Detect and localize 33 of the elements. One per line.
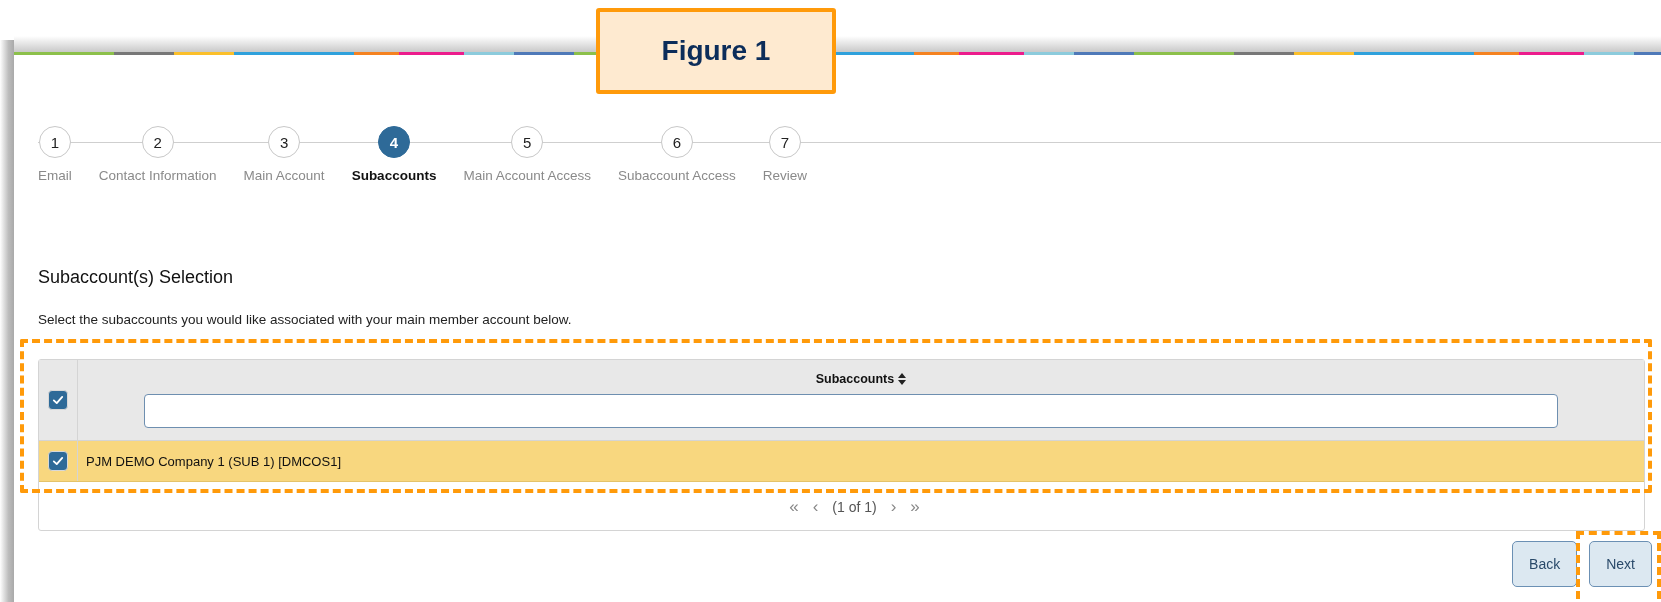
step-number[interactable]: 6 — [660, 126, 693, 158]
step-number[interactable]: 3 — [268, 126, 301, 158]
checkbox[interactable] — [48, 390, 68, 410]
step-number[interactable]: 7 — [768, 126, 801, 158]
nav-button[interactable]: Next — [1589, 541, 1652, 587]
table-cell-text: PJM DEMO Company 1 (SUB 1) [DMCOS1] — [85, 452, 342, 471]
section-title: Subaccount(s) Selection — [38, 267, 235, 288]
step-number[interactable]: 2 — [141, 126, 174, 158]
checkbox[interactable] — [48, 451, 68, 471]
first-page-button[interactable]: « — [789, 497, 799, 517]
filter-field[interactable] — [144, 394, 1558, 428]
check-icon — [51, 454, 65, 468]
nav-button[interactable]: Back — [1512, 541, 1578, 587]
step-number[interactable]: 5 — [511, 126, 544, 158]
step-label[interactable]: Main Account — [243, 168, 325, 183]
page-status: (1 of 1) — [832, 499, 877, 515]
section-description: Select the subaccounts you would like associated with your main member account below. — [38, 312, 573, 327]
step-label[interactable]: Review — [762, 168, 808, 183]
check-icon — [51, 393, 65, 407]
step-number[interactable]: 4 — [378, 126, 410, 158]
figure-callout: Figure 1 — [596, 8, 836, 94]
step-label[interactable]: Subaccount Access — [617, 168, 736, 183]
sort-icon[interactable] — [898, 373, 907, 385]
table-row[interactable]: PJM DEMO Company 1 (SUB 1) [DMCOS1] — [39, 441, 1644, 482]
step-label[interactable]: Subaccounts — [351, 168, 437, 183]
last-page-button[interactable]: » — [910, 497, 920, 517]
step-label[interactable]: Email — [38, 168, 72, 183]
step-label[interactable]: Contact Information — [98, 168, 217, 183]
step-number[interactable]: 1 — [38, 126, 71, 158]
column-header[interactable]: Subaccounts — [815, 372, 895, 386]
step-label[interactable]: Main Account Access — [463, 168, 591, 183]
next-page-button[interactable]: › — [890, 497, 897, 517]
previous-page-button[interactable]: ‹ — [812, 497, 819, 517]
